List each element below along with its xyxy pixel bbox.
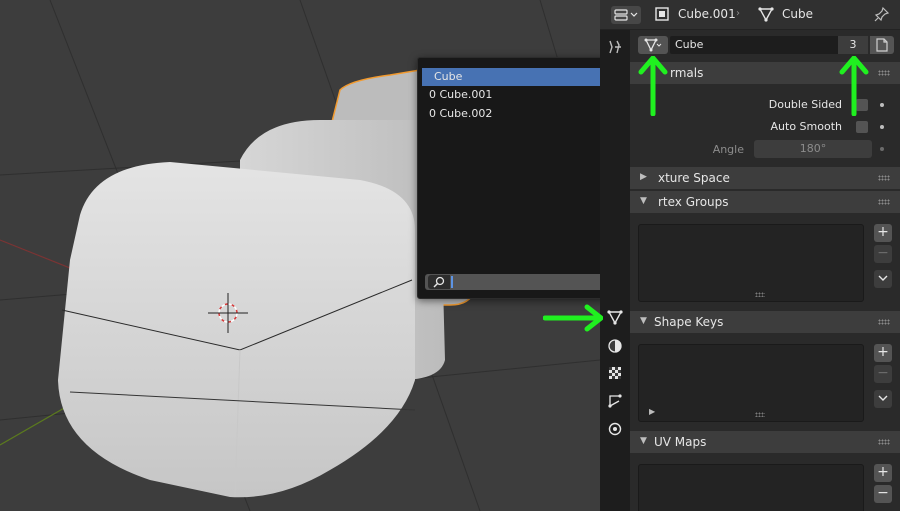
editor-type-button[interactable] bbox=[611, 6, 641, 24]
mesh-data-icon bbox=[758, 7, 774, 22]
breadcrumb-mesh-name: Cube bbox=[782, 7, 813, 21]
vertex-groups-panel-header[interactable]: ▼ rtex Groups bbox=[630, 191, 900, 213]
annotation-arrow-up-icon bbox=[638, 56, 668, 116]
add-vertex-group-button[interactable]: + bbox=[874, 224, 892, 242]
auto-smooth-checkbox[interactable] bbox=[856, 121, 868, 133]
normals-title: rmals bbox=[670, 66, 704, 80]
search-icon bbox=[428, 275, 450, 289]
chevron-down-icon bbox=[878, 395, 888, 401]
texture-tab-icon[interactable] bbox=[604, 362, 626, 384]
object-icon bbox=[655, 7, 669, 21]
list-resize-handle[interactable] bbox=[755, 292, 765, 297]
angle-label: Angle bbox=[712, 143, 744, 156]
vertex-groups-list[interactable] bbox=[638, 224, 864, 302]
uv-vertex-tab-icon[interactable] bbox=[604, 390, 626, 412]
constraints-tab-icon[interactable] bbox=[604, 418, 626, 440]
shape-keys-panel-header[interactable]: ▼ Shape Keys bbox=[630, 311, 900, 333]
chevron-down-icon bbox=[878, 275, 888, 281]
mesh-name-field[interactable]: Cube bbox=[670, 36, 838, 54]
collapsed-chevron-icon: ▶ bbox=[640, 172, 647, 182]
properties-editor-icon bbox=[614, 9, 628, 21]
animate-property-icon[interactable] bbox=[880, 147, 884, 151]
expanded-chevron-icon: ▼ bbox=[640, 196, 647, 206]
tool-tab-icon[interactable] bbox=[604, 36, 626, 58]
texture-space-panel-header[interactable]: ▶ xture Space bbox=[630, 167, 900, 189]
breadcrumb-separator: › bbox=[736, 8, 740, 19]
panel-grip-icon[interactable] bbox=[878, 439, 890, 445]
uv-maps-panel-header[interactable]: ▼ UV Maps bbox=[630, 431, 900, 453]
remove-uv-map-button[interactable]: − bbox=[874, 485, 892, 503]
vertex-groups-title: rtex Groups bbox=[658, 195, 729, 209]
panel-grip-icon[interactable] bbox=[878, 319, 890, 325]
annotation-arrow-right-icon bbox=[543, 304, 603, 332]
shape-keys-title: Shape Keys bbox=[654, 315, 724, 329]
list-resize-handle[interactable] bbox=[755, 412, 765, 417]
expanded-chevron-icon: ▼ bbox=[640, 436, 647, 446]
chevron-down-icon bbox=[630, 12, 638, 17]
properties-tab-column bbox=[600, 0, 630, 511]
uv-maps-list[interactable] bbox=[638, 464, 864, 511]
pin-icon[interactable] bbox=[874, 6, 890, 22]
uv-maps-title: UV Maps bbox=[654, 435, 707, 449]
panel-grip-icon[interactable] bbox=[878, 175, 890, 181]
animate-property-icon[interactable] bbox=[880, 103, 884, 107]
auto-smooth-label: Auto Smooth bbox=[770, 120, 842, 133]
double-sided-label: Double Sided bbox=[768, 98, 842, 111]
mesh-datablock-selector: Cube 3 bbox=[636, 36, 894, 54]
properties-header: Cube.001 › Cube bbox=[600, 0, 900, 30]
remove-shape-key-button[interactable]: − bbox=[874, 365, 892, 383]
fake-user-button[interactable] bbox=[870, 36, 894, 54]
mesh-data-icon bbox=[644, 38, 662, 52]
filter-options-chevron-icon[interactable]: ▶ bbox=[649, 407, 655, 416]
annotation-arrow-up-icon bbox=[839, 56, 869, 116]
texture-space-title: xture Space bbox=[658, 171, 730, 185]
remove-vertex-group-button[interactable]: − bbox=[874, 245, 892, 263]
expanded-chevron-icon: ▼ bbox=[640, 316, 647, 326]
fake-user-icon bbox=[876, 38, 888, 52]
vertex-group-specials-button[interactable] bbox=[874, 270, 892, 288]
material-tab-icon[interactable] bbox=[604, 335, 626, 357]
browse-mesh-button[interactable] bbox=[638, 36, 668, 54]
shape-key-specials-button[interactable] bbox=[874, 390, 892, 408]
user-count-button[interactable]: 3 bbox=[838, 36, 868, 54]
add-shape-key-button[interactable]: + bbox=[874, 344, 892, 362]
shape-keys-list[interactable]: ▶ bbox=[638, 344, 864, 422]
panel-grip-icon[interactable] bbox=[878, 199, 890, 205]
breadcrumb-object-name: Cube.001 bbox=[678, 7, 736, 21]
add-uv-map-button[interactable]: + bbox=[874, 464, 892, 482]
animate-property-icon[interactable] bbox=[880, 125, 884, 129]
auto-smooth-angle-field[interactable]: 180° bbox=[754, 140, 872, 158]
mesh-data-tab-icon[interactable] bbox=[604, 306, 626, 328]
text-caret bbox=[451, 276, 453, 288]
panel-grip-icon[interactable] bbox=[878, 70, 890, 76]
